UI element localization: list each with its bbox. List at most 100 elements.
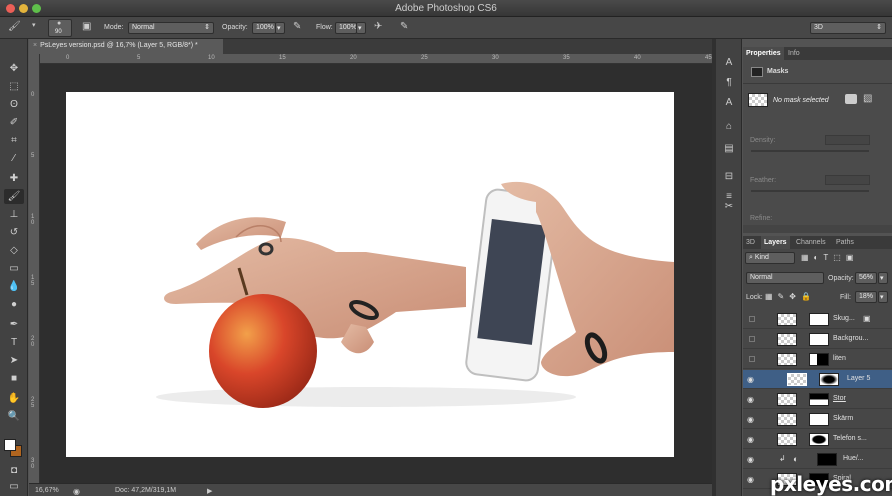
layer-row[interactable]: Backgrou... xyxy=(743,330,892,349)
eye-icon[interactable]: ◉ xyxy=(747,475,757,484)
document-tab[interactable]: × PsLeyes version.psd @ 16,7% (Layer 5, R… xyxy=(29,39,223,54)
filter-kind-select[interactable]: ⌕ Kind xyxy=(745,252,795,264)
crop-tool-icon[interactable]: ⌗ xyxy=(4,133,24,148)
eye-icon[interactable]: ◉ xyxy=(747,415,757,424)
eye-icon[interactable]: ◉ xyxy=(747,375,757,384)
gradient-tool-icon[interactable]: ▭ xyxy=(4,261,24,276)
close-tab-icon[interactable]: × xyxy=(33,42,37,49)
visibility-toggle[interactable] xyxy=(749,316,755,322)
status-menu-arrow-icon[interactable]: ▶ xyxy=(207,487,212,495)
workspace-select[interactable]: 3D ⇕ xyxy=(810,22,886,34)
flow-dropdown[interactable]: ▾ xyxy=(356,22,366,34)
visibility-toggle[interactable] xyxy=(749,356,755,362)
healing-brush-tool-icon[interactable]: ✚ xyxy=(4,171,24,186)
brush-panel-dock-icon[interactable]: ▤ xyxy=(721,143,737,157)
layer-opacity-field[interactable]: 56% xyxy=(855,272,877,284)
foreground-color-swatch[interactable] xyxy=(4,439,16,451)
hand-tool-icon[interactable]: ✋ xyxy=(4,391,24,406)
ruler-tick-label: 15 xyxy=(31,275,35,287)
marquee-tool-icon[interactable]: ⬚ xyxy=(4,79,24,94)
density-field[interactable] xyxy=(825,135,870,145)
brush-size: 90 xyxy=(55,29,62,35)
layer-row[interactable]: ◉ Stor xyxy=(743,390,892,409)
paragraph-panel-icon[interactable]: ¶ xyxy=(721,77,737,91)
brush-tool-preset-icon[interactable]: 🖌 xyxy=(8,21,21,32)
add-pixel-mask-icon[interactable] xyxy=(845,94,857,104)
type-tool-icon[interactable]: T xyxy=(4,335,24,350)
layer-opacity-dropdown[interactable]: ▾ xyxy=(878,272,888,284)
path-select-tool-icon[interactable]: ➤ xyxy=(4,353,24,368)
tab-layers[interactable]: Layers xyxy=(761,236,790,249)
screen-mode-icon[interactable]: ▭ xyxy=(4,479,24,494)
chevron-down-icon[interactable]: ▾ xyxy=(32,21,36,29)
airbrush-icon[interactable]: ✈ xyxy=(374,21,382,32)
dodge-tool-icon[interactable]: ● xyxy=(4,297,24,312)
canvas-area[interactable] xyxy=(40,64,712,483)
layer-name: Stor xyxy=(833,395,846,402)
workspace-value: 3D xyxy=(814,24,823,31)
tab-channels[interactable]: Channels xyxy=(793,236,829,249)
quick-mask-icon[interactable]: ◘ xyxy=(4,463,24,478)
mask-status: No mask selected xyxy=(773,97,829,104)
add-vector-mask-icon[interactable]: ▧ xyxy=(863,93,872,104)
zoom-level[interactable]: 16,67% xyxy=(35,487,59,494)
mode-select[interactable]: Normal ⇕ xyxy=(128,22,214,34)
ruler-tick-label: 30 xyxy=(31,458,35,470)
layer-thumbnail xyxy=(787,373,807,386)
eye-icon[interactable]: ◉ xyxy=(747,435,757,444)
fill-field[interactable]: 18% xyxy=(855,291,877,303)
pressure-opacity-icon[interactable]: ✎ xyxy=(293,21,301,32)
tab-properties[interactable]: Properties xyxy=(743,47,784,60)
eyedropper-tool-icon[interactable]: ⁄ xyxy=(4,151,24,166)
layer-row[interactable]: ◉ Telefon s... xyxy=(743,430,892,449)
move-tool-icon[interactable]: ✥ xyxy=(4,61,24,76)
opacity-field[interactable]: 100% xyxy=(252,22,276,34)
flow-field[interactable]: 100% xyxy=(335,22,357,34)
eye-icon[interactable]: ◉ xyxy=(747,395,757,404)
eraser-tool-icon[interactable]: ◇ xyxy=(4,243,24,258)
quick-select-tool-icon[interactable]: ✐ xyxy=(4,115,24,130)
character-panel-icon[interactable]: A xyxy=(721,57,737,71)
layer-row[interactable]: Skug... ▣ xyxy=(743,310,892,329)
brush-tool-icon[interactable]: 🖌 xyxy=(4,189,24,204)
blend-mode-select[interactable]: Normal xyxy=(746,272,824,284)
properties-panel: Properties Info Masks No mask selected ▧… xyxy=(743,47,892,233)
mask-thumbnail xyxy=(817,453,837,466)
zoom-tool-icon[interactable]: 🔍 xyxy=(4,409,24,424)
lock-label: Lock: xyxy=(746,294,763,301)
lock-icons[interactable]: ▦✎✥🔒 xyxy=(765,292,816,301)
pen-tool-icon[interactable]: ✒ xyxy=(4,317,24,332)
eye-icon[interactable]: ◉ xyxy=(747,455,757,464)
feather-slider[interactable] xyxy=(751,190,869,192)
document-image[interactable] xyxy=(66,92,674,457)
tool-presets-icon[interactable]: ⌂ xyxy=(721,121,737,135)
layer-row[interactable]: ◉ ↲ ◐ Hue/... xyxy=(743,450,892,469)
actions-panel-icon[interactable]: ✂ xyxy=(721,201,737,215)
layer-row-selected[interactable]: ◉ Layer 5 xyxy=(743,370,892,389)
fill-dropdown[interactable]: ▾ xyxy=(878,291,888,303)
character-styles-icon[interactable]: A xyxy=(721,97,737,111)
layer-row[interactable]: ◉ Skärm xyxy=(743,410,892,429)
visibility-toggle[interactable] xyxy=(749,336,755,342)
clone-stamp-tool-icon[interactable]: ⊥ xyxy=(4,207,24,222)
tab-info[interactable]: Info xyxy=(785,47,803,60)
document-info-icon[interactable]: ◉ xyxy=(73,487,80,496)
mask-thumbnail xyxy=(809,333,829,346)
density-slider[interactable] xyxy=(751,150,869,152)
history-brush-tool-icon[interactable]: ↺ xyxy=(4,225,24,240)
rectangle-tool-icon[interactable]: ■ xyxy=(4,371,24,386)
filter-type-icons[interactable]: ▦◐T⬚▣ xyxy=(801,253,858,262)
mask-thumbnail xyxy=(809,313,829,326)
opacity-dropdown[interactable]: ▾ xyxy=(275,22,285,34)
clone-source-icon[interactable]: ⊟ xyxy=(721,171,737,185)
lasso-tool-icon[interactable]: ʘ xyxy=(4,97,24,112)
pressure-size-icon[interactable]: ✎ xyxy=(400,21,408,32)
tab-3d[interactable]: 3D xyxy=(743,236,758,249)
brush-picker[interactable]: ● 90 xyxy=(48,19,72,37)
brush-panel-icon[interactable]: ▣ xyxy=(82,21,91,32)
feather-field[interactable] xyxy=(825,175,870,185)
blur-tool-icon[interactable]: 💧 xyxy=(4,279,24,294)
tab-paths[interactable]: Paths xyxy=(833,236,857,249)
tools-panel: ✥ ⬚ ʘ ✐ ⌗ ⁄ ✚ 🖌 ⊥ ↺ ◇ ▭ 💧 ● ✒ T ➤ ■ ✋ 🔍 … xyxy=(0,39,28,496)
layer-row[interactable]: liten xyxy=(743,350,892,369)
